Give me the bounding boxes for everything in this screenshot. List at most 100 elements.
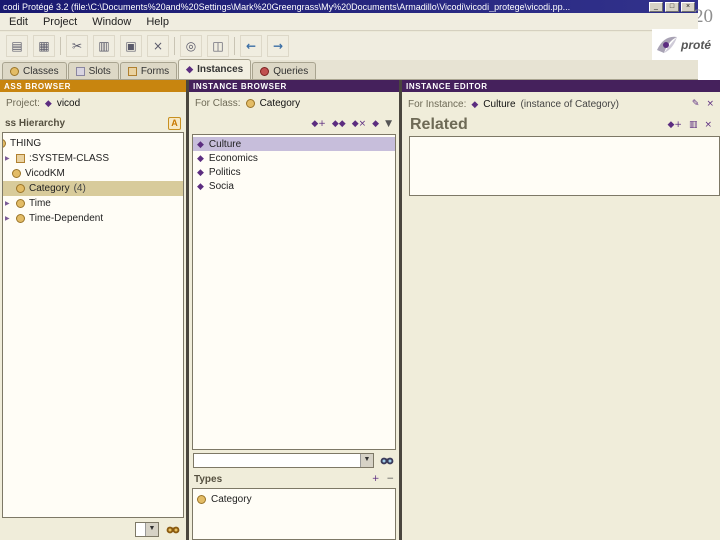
binoculars-icon xyxy=(166,526,179,534)
instance-icon: ◆ xyxy=(471,98,479,109)
type-label: Category xyxy=(211,493,252,505)
tree-item-category[interactable]: Category (4) xyxy=(3,181,183,196)
delete-icon[interactable]: × xyxy=(147,35,169,57)
class-browser-panel: ASS BROWSER Project: ◆ vicod ss Hierarch… xyxy=(0,80,186,540)
tab-queries[interactable]: Queries xyxy=(252,62,317,79)
add-type-icon[interactable]: + xyxy=(372,474,380,484)
close-button[interactable]: × xyxy=(681,1,695,12)
expand-arrow-icon[interactable]: ▶ xyxy=(5,200,12,207)
superclass-combobox[interactable]: ▼ xyxy=(135,521,159,537)
menu-window[interactable]: Window xyxy=(92,16,131,28)
add-related-icon[interactable]: ▥ xyxy=(689,120,698,130)
close-editor-icon[interactable]: × xyxy=(706,99,714,109)
for-class-name: Category xyxy=(259,97,301,109)
slot-icon xyxy=(75,66,85,76)
menu-help[interactable]: Help xyxy=(146,16,169,28)
create-instance-icon[interactable]: ◆+ xyxy=(311,119,325,129)
search-input[interactable]: ▼ xyxy=(193,452,374,468)
protege-logo-text: proté xyxy=(681,37,711,52)
remove-type-icon[interactable]: − xyxy=(386,474,394,484)
class-hierarchy-label: ss Hierarchy xyxy=(5,117,66,129)
instance-icon: ◆ xyxy=(197,166,204,177)
class-icon xyxy=(16,199,25,208)
instance-item-politics[interactable]: ◆ Politics xyxy=(193,165,395,179)
instance-toolbar: ◆+ ◆◆ ◆× ◆ ▼ xyxy=(189,114,399,134)
protege-window: codi Protégé 3.2 (file:\C:\Documents%20a… xyxy=(0,0,720,540)
menu-bar: Edit Project Window Help xyxy=(0,13,698,31)
for-class-row: For Class: Category xyxy=(189,92,399,114)
project-label: Project: xyxy=(6,97,40,109)
remove-related-icon[interactable]: × xyxy=(704,120,712,130)
class-icon xyxy=(10,66,19,76)
title-bar[interactable]: codi Protégé 3.2 (file:\C:\Documents%20a… xyxy=(0,0,698,13)
tab-forms[interactable]: Forms xyxy=(119,62,178,79)
instance-label: Economics xyxy=(208,152,258,164)
tab-instances[interactable]: ◆ Instances xyxy=(178,59,252,79)
tree-item-label: Time xyxy=(29,198,51,209)
save-project-icon[interactable]: ▦ xyxy=(33,35,55,57)
instance-browser-panel: INSTANCE BROWSER For Class: Category ◆+ … xyxy=(189,80,399,540)
tab-label: Classes xyxy=(23,65,59,77)
hierarchy-tool-icon[interactable]: A xyxy=(168,116,181,130)
minimize-button[interactable]: _ xyxy=(649,1,663,12)
annotate-icon[interactable]: ✎ xyxy=(692,99,700,109)
instance-browser-header: INSTANCE BROWSER xyxy=(189,80,399,92)
protege-logo-icon xyxy=(657,36,677,53)
tab-slots[interactable]: Slots xyxy=(67,62,119,79)
tab-classes[interactable]: Classes xyxy=(2,62,67,79)
cut-icon[interactable]: ✂ xyxy=(66,35,88,57)
window-controls: _ □ × xyxy=(649,1,695,12)
instance-icon: ◆ xyxy=(197,138,204,149)
instance-item-economics[interactable]: ◆ Economics xyxy=(193,151,395,165)
window-title: codi Protégé 3.2 (file:\C:\Documents%20a… xyxy=(3,1,571,12)
instance-count: (4) xyxy=(73,183,86,194)
instance-item-culture[interactable]: ◆ Culture xyxy=(193,137,395,151)
forward-icon[interactable]: → xyxy=(267,35,289,57)
tab-label: Forms xyxy=(140,65,170,77)
for-instance-name: Culture xyxy=(483,98,516,110)
project-row: Project: ◆ vicod xyxy=(0,92,186,114)
copy-icon[interactable]: ▥ xyxy=(93,35,115,57)
types-list: Category xyxy=(192,488,396,540)
find-icon[interactable]: ◎ xyxy=(180,35,202,57)
tree-item-system-class[interactable]: ▶ :SYSTEM-CLASS xyxy=(3,151,183,166)
type-item-category[interactable]: Category xyxy=(193,492,395,506)
menu-edit[interactable]: Edit xyxy=(9,16,28,28)
copy-instance-icon[interactable]: ◆◆ xyxy=(332,119,346,129)
view-instance-icon[interactable]: ◆ xyxy=(372,119,379,129)
list-menu-icon[interactable]: ▼ xyxy=(385,119,392,129)
chevron-down-icon[interactable]: ▼ xyxy=(145,522,158,536)
tree-item-time[interactable]: ▶ Time xyxy=(3,196,183,211)
chevron-down-icon[interactable]: ▼ xyxy=(360,453,373,467)
metaclass-icon xyxy=(16,154,25,163)
maximize-button[interactable]: □ xyxy=(665,1,679,12)
diagram-icon[interactable]: ◫ xyxy=(207,35,229,57)
instance-item-socia[interactable]: ◆ Socia xyxy=(193,179,395,193)
create-related-icon[interactable]: ◆+ xyxy=(667,120,681,130)
delete-instance-icon[interactable]: ◆× xyxy=(352,119,366,129)
tree-item-label: :SYSTEM-CLASS xyxy=(29,153,110,164)
tree-item-vicodkm[interactable]: VicodKM xyxy=(3,166,183,181)
tab-bar: Classes Slots Forms ◆ Instances Queries xyxy=(0,59,698,80)
tree-item-thing[interactable]: THING xyxy=(3,136,183,151)
menu-project[interactable]: Project xyxy=(43,16,77,28)
class-tree-footer: ▼ xyxy=(0,518,186,540)
new-project-icon[interactable]: ▤ xyxy=(6,35,28,57)
instance-icon: ◆ xyxy=(197,152,204,163)
find-class-icon[interactable] xyxy=(164,522,181,537)
back-icon[interactable]: ← xyxy=(240,35,262,57)
expand-arrow-icon[interactable]: ▶ xyxy=(5,215,12,222)
paste-icon[interactable]: ▣ xyxy=(120,35,142,57)
class-icon xyxy=(3,139,6,148)
instance-search-row: ▼ xyxy=(189,450,399,470)
tab-label: Instances xyxy=(197,64,244,75)
related-values-list[interactable] xyxy=(409,136,720,196)
binoculars-icon xyxy=(380,457,393,465)
tree-item-time-dependent[interactable]: ▶ Time-Dependent xyxy=(3,211,183,226)
class-icon xyxy=(16,214,25,223)
expand-arrow-icon[interactable]: ▶ xyxy=(5,155,12,162)
instance-icon: ◆ xyxy=(186,64,194,74)
types-header: Types + − xyxy=(189,470,399,488)
instance-of-note: (instance of Category) xyxy=(520,98,619,110)
find-instance-icon[interactable] xyxy=(378,453,395,468)
